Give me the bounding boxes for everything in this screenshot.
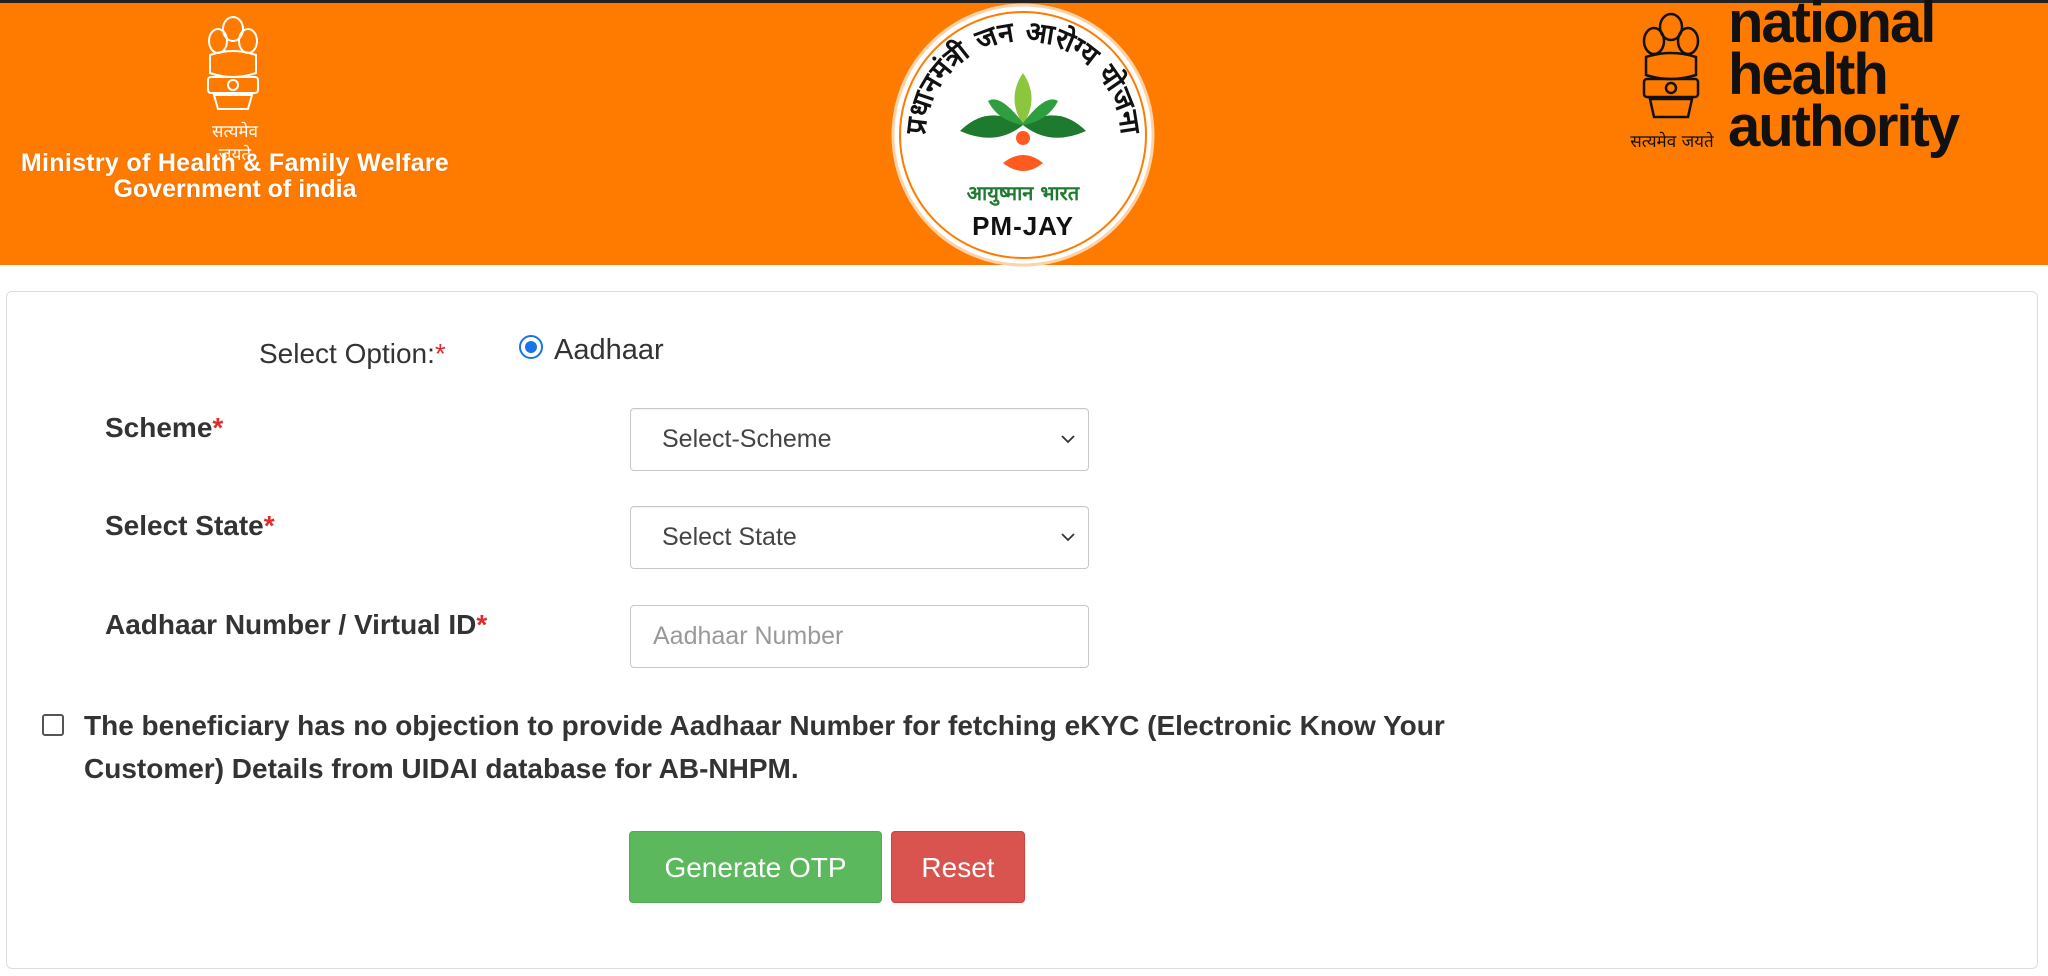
emblem-motto: सत्यमेव जयते — [1630, 132, 1714, 152]
state-select[interactable]: Select State — [630, 506, 1089, 569]
required-mark: * — [434, 338, 446, 369]
state-select-value: Select State — [662, 523, 797, 551]
state-label: Select State* — [105, 510, 275, 541]
nha-line-authority: authority — [1728, 94, 1960, 159]
chevron-down-icon — [1061, 533, 1075, 542]
radio-selected-dot — [525, 341, 537, 353]
consent-checkbox[interactable] — [42, 714, 64, 736]
aadhaar-number-label: Aadhaar Number / Virtual ID* — [105, 609, 488, 640]
pmjay-abbreviation: PM-JAY — [972, 211, 1074, 241]
required-mark: * — [263, 510, 275, 541]
aadhaar-radio[interactable] — [519, 335, 543, 359]
consent-text: The beneficiary has no objection to prov… — [84, 710, 1445, 784]
required-mark: * — [476, 609, 488, 640]
reset-button[interactable]: Reset — [891, 831, 1025, 903]
site-header: सत्यमेव जयते Ministry of Health & Family… — [0, 0, 2048, 267]
select-option-label: Select Option:* — [259, 338, 446, 369]
pmjay-subtext: आयुष्मान भारत — [966, 181, 1080, 205]
aadhaar-radio-label[interactable]: Aadhaar — [554, 334, 664, 367]
scheme-select-value: Select-Scheme — [662, 425, 832, 453]
scheme-label: Scheme* — [105, 412, 224, 443]
chevron-down-icon — [1061, 435, 1075, 444]
generate-otp-button[interactable]: Generate OTP — [629, 831, 882, 903]
national-emblem-icon — [1642, 12, 1700, 119]
ministry-name: Ministry of Health & Family Welfare — [20, 149, 450, 177]
scheme-select[interactable]: Select-Scheme — [630, 408, 1089, 471]
government-name: Government of india — [113, 175, 357, 203]
national-emblem-icon — [207, 16, 259, 110]
aadhaar-number-input[interactable] — [630, 605, 1089, 668]
required-mark: * — [212, 412, 224, 443]
nha-logo-text: national health authority — [1728, 0, 1960, 159]
